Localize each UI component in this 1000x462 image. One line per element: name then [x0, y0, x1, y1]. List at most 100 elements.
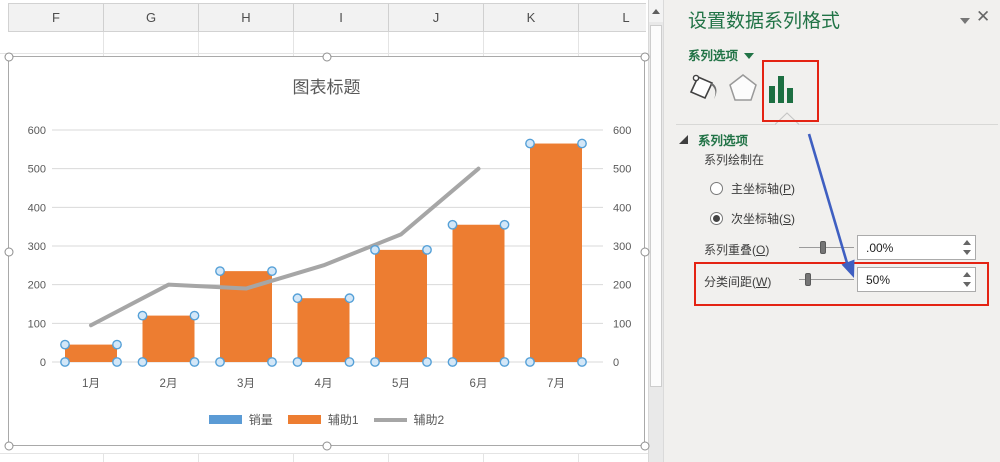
- series-options-dropdown[interactable]: 系列选项: [688, 45, 754, 64]
- bar-selection-handle[interactable]: [448, 221, 456, 229]
- bar-selection-handle[interactable]: [138, 311, 146, 319]
- y-axis-right-label: 0: [613, 357, 619, 369]
- series-overlap-spinner[interactable]: [960, 240, 974, 255]
- grid-column-line: [293, 32, 294, 56]
- bar-selection-handle[interactable]: [216, 358, 224, 366]
- scrollbar-thumb[interactable]: [650, 25, 662, 387]
- bar-2月[interactable]: [143, 316, 195, 362]
- bar-selection-handle[interactable]: [526, 139, 534, 147]
- column-header-L[interactable]: L: [579, 4, 646, 31]
- x-axis-label[interactable]: 2月: [160, 378, 178, 390]
- y-axis-right-label: 200: [613, 280, 631, 292]
- column-header-G[interactable]: G: [104, 4, 199, 31]
- column-header-H[interactable]: H: [199, 4, 294, 31]
- radio-row-primary-axis[interactable]: 主坐标轴(P): [710, 177, 795, 199]
- chart-legend[interactable]: 销量辅助1 辅助2: [9, 411, 644, 428]
- bar-selection-handle[interactable]: [345, 358, 353, 366]
- column-headers: FGHIJKL: [8, 3, 646, 32]
- legend-label: 辅助2: [414, 411, 445, 428]
- x-axis-label[interactable]: 6月: [470, 378, 488, 390]
- bar-selection-handle[interactable]: [423, 246, 431, 254]
- column-header-F[interactable]: F: [9, 4, 104, 31]
- y-axis-left-label: 100: [28, 318, 46, 330]
- bar-selection-handle[interactable]: [293, 358, 301, 366]
- legend-item-销量[interactable]: 销量: [209, 411, 273, 428]
- bar-selection-handle[interactable]: [423, 358, 431, 366]
- legend-swatch: [288, 415, 321, 424]
- column-header-K[interactable]: K: [484, 4, 579, 31]
- bar-selection-handle[interactable]: [345, 294, 353, 302]
- bar-selection-handle[interactable]: [113, 340, 121, 348]
- scroll-up-button[interactable]: [649, 0, 663, 22]
- series-options-dropdown-label: 系列选项: [688, 45, 738, 64]
- y-axis-left-label: 500: [28, 164, 46, 176]
- radio-button[interactable]: [710, 212, 723, 225]
- bar-6月[interactable]: [453, 225, 505, 362]
- bar-selection-handle[interactable]: [371, 358, 379, 366]
- chart-selection-handle[interactable]: [5, 248, 14, 257]
- bar-selection-handle[interactable]: [268, 267, 276, 275]
- chart-selection-handle[interactable]: [5, 442, 14, 451]
- x-axis-label[interactable]: 4月: [315, 378, 333, 390]
- chart-plot-area: 001001002002003003004004005005006006001月…: [9, 57, 646, 405]
- bar-selection-handle[interactable]: [526, 358, 534, 366]
- series-overlap-input[interactable]: [857, 235, 976, 260]
- legend-item-辅助2[interactable]: 辅助2: [374, 411, 445, 428]
- radio-button[interactable]: [710, 182, 723, 195]
- chart-selection-handle[interactable]: [323, 442, 332, 451]
- axis-radio-group: 主坐标轴(P) 次坐标轴(S): [710, 177, 795, 237]
- close-icon[interactable]: ✕: [976, 7, 990, 27]
- chart-selection-handle[interactable]: [641, 248, 650, 257]
- collapse-triangle-icon: [678, 134, 689, 145]
- bar-selection-handle[interactable]: [138, 358, 146, 366]
- bar-selection-handle[interactable]: [216, 267, 224, 275]
- grid-column-line: [103, 32, 104, 56]
- pane-divider: [676, 124, 998, 125]
- y-axis-left-label: 200: [28, 280, 46, 292]
- pentagon-effects-icon[interactable]: [727, 72, 759, 108]
- chart-selection-handle[interactable]: [641, 442, 650, 451]
- bar-selection-handle[interactable]: [293, 294, 301, 302]
- grid-column-line: [578, 453, 579, 462]
- chart-object[interactable]: 图表标题 00100100200200300300400400500500600…: [8, 56, 645, 446]
- chart-selection-handle[interactable]: [5, 53, 14, 62]
- legend-swatch: [374, 418, 407, 422]
- bar-selection-handle[interactable]: [61, 358, 69, 366]
- x-axis-label[interactable]: 1月: [82, 378, 100, 390]
- legend-swatch: [209, 415, 242, 424]
- bar-selection-handle[interactable]: [113, 358, 121, 366]
- bar-7月[interactable]: [530, 144, 582, 362]
- chart-selection-handle[interactable]: [323, 53, 332, 62]
- pane-dropdown-icon[interactable]: [960, 18, 970, 24]
- bar-selection-handle[interactable]: [190, 358, 198, 366]
- paint-bucket-icon[interactable]: [686, 72, 720, 110]
- bar-5月[interactable]: [375, 250, 427, 362]
- x-axis-label[interactable]: 7月: [547, 378, 565, 390]
- section-series-options[interactable]: 系列选项: [678, 130, 748, 149]
- legend-item-辅助1[interactable]: 辅助1: [288, 411, 359, 428]
- chart-selection-handle[interactable]: [641, 53, 650, 62]
- x-axis-label[interactable]: 5月: [392, 378, 410, 390]
- bar-selection-handle[interactable]: [371, 246, 379, 254]
- bar-selection-handle[interactable]: [578, 358, 586, 366]
- bar-1月[interactable]: [65, 345, 117, 362]
- legend-label: 销量: [249, 411, 273, 428]
- column-header-J[interactable]: J: [389, 4, 484, 31]
- y-axis-left-label: 600: [28, 125, 46, 137]
- vertical-scrollbar[interactable]: [648, 0, 663, 462]
- bar-selection-handle[interactable]: [578, 139, 586, 147]
- bar-4月[interactable]: [298, 298, 350, 362]
- spinner-up-icon[interactable]: [963, 240, 971, 245]
- bar-selection-handle[interactable]: [500, 358, 508, 366]
- radio-label: 主坐标轴(P): [731, 180, 795, 197]
- y-axis-right-label: 100: [613, 318, 631, 330]
- spinner-down-icon[interactable]: [963, 250, 971, 255]
- bar-selection-handle[interactable]: [500, 221, 508, 229]
- bar-selection-handle[interactable]: [61, 340, 69, 348]
- column-header-I[interactable]: I: [294, 4, 389, 31]
- bar-selection-handle[interactable]: [268, 358, 276, 366]
- bar-selection-handle[interactable]: [190, 311, 198, 319]
- x-axis-label[interactable]: 3月: [237, 378, 255, 390]
- bar-selection-handle[interactable]: [448, 358, 456, 366]
- radio-row-secondary-axis[interactable]: 次坐标轴(S): [710, 207, 795, 229]
